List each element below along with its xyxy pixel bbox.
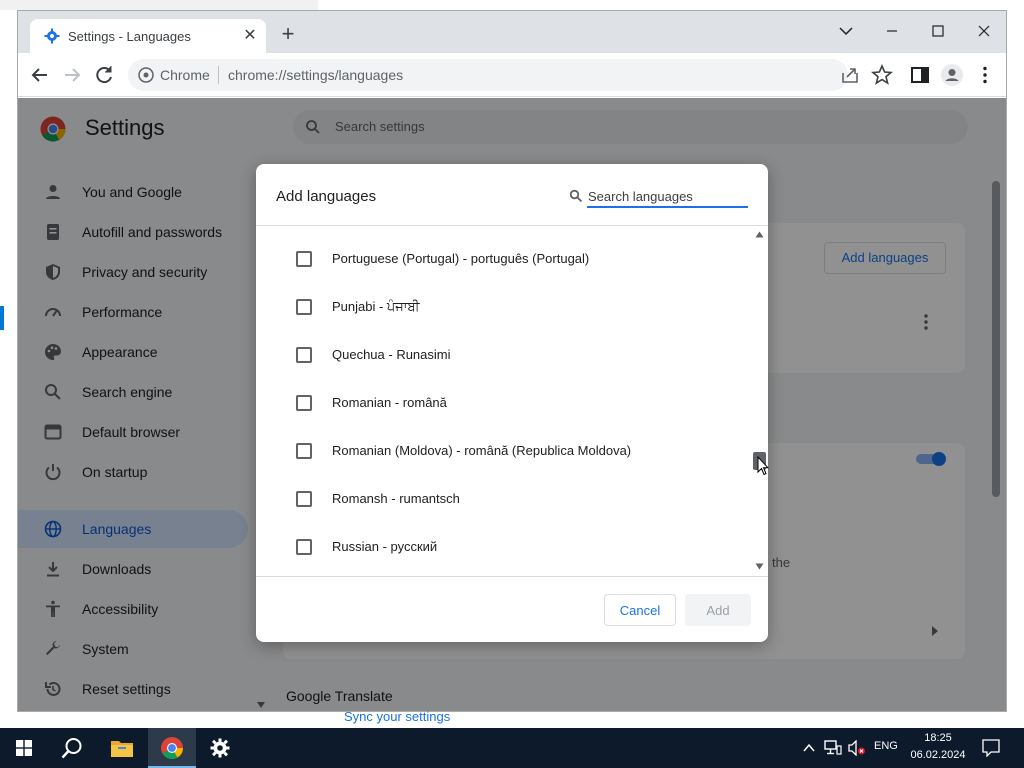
list-item[interactable]: Romansh - rumantsch <box>256 475 751 523</box>
cancel-button[interactable]: Cancel <box>604 594 676 626</box>
search-languages-input[interactable] <box>587 186 748 208</box>
language-list: Portuguese (Portugal) - português (Portu… <box>256 226 751 576</box>
bookmark-star-icon[interactable] <box>870 63 894 87</box>
folder-icon <box>111 741 133 757</box>
maximize-icon[interactable] <box>920 17 956 45</box>
reload-icon[interactable] <box>92 63 116 87</box>
close-window-icon[interactable] <box>966 17 1002 45</box>
share-icon[interactable] <box>838 63 862 87</box>
windows-logo-icon <box>16 740 32 756</box>
input-language-indicator[interactable]: ENG <box>874 740 898 752</box>
gear-icon <box>44 28 60 44</box>
list-item[interactable]: Russian - русский <box>256 523 751 571</box>
notifications-icon[interactable] <box>982 739 1000 757</box>
language-checkbox[interactable] <box>296 299 312 315</box>
chrome-logo-icon <box>161 737 183 759</box>
tab-search-chevron-icon[interactable] <box>828 17 864 45</box>
title-bar: Settings - Languages ✕ + <box>18 11 1006 53</box>
settings-taskbar-button[interactable] <box>196 728 244 768</box>
side-panel-icon[interactable] <box>908 63 932 87</box>
gear-icon <box>210 738 230 758</box>
chrome-site-icon <box>138 67 154 83</box>
language-checkbox[interactable] <box>296 347 312 363</box>
minimize-icon[interactable] <box>874 17 910 45</box>
new-tab-button[interactable]: + <box>276 23 300 47</box>
omnibox-site-label: Chrome <box>160 67 210 83</box>
toolbar: Chrome chrome://settings/languages <box>18 53 1006 97</box>
list-item[interactable]: Portuguese (Portugal) - português (Portu… <box>256 235 751 283</box>
clock-date[interactable]: 06.02.2024 <box>910 749 966 761</box>
forward-arrow-icon[interactable] <box>60 63 84 87</box>
language-checkbox[interactable] <box>296 539 312 555</box>
dialog-title: Add languages <box>276 188 377 205</box>
search-icon <box>569 189 583 203</box>
language-label: Portuguese (Portugal) - português (Portu… <box>332 251 590 266</box>
list-item[interactable]: Romanian - română <box>256 379 751 427</box>
desktop-strip <box>0 0 318 10</box>
language-checkbox[interactable] <box>296 251 312 267</box>
desktop-edge-mark <box>0 306 4 330</box>
language-checkbox[interactable] <box>296 395 312 411</box>
scroll-up-arrow-icon[interactable] <box>755 231 764 238</box>
clock-time[interactable]: 18:25 <box>924 732 952 744</box>
omnibox-url: chrome://settings/languages <box>228 67 404 83</box>
tab-settings[interactable]: Settings - Languages ✕ <box>30 19 266 53</box>
file-explorer-button[interactable] <box>98 728 146 768</box>
language-label: Punjabi - ਪੰਜਾਬੀ <box>332 299 420 314</box>
taskbar-search-button[interactable] <box>48 728 96 768</box>
dialog-divider <box>256 576 768 577</box>
language-label: Romanian - română <box>332 395 447 410</box>
more-menu-icon[interactable] <box>973 63 997 87</box>
scroll-down-arrow-icon[interactable] <box>755 563 764 570</box>
add-button[interactable]: Add <box>685 594 751 626</box>
search-icon <box>61 738 82 759</box>
mouse-cursor-icon <box>757 456 769 476</box>
profile-avatar-icon[interactable] <box>940 63 964 87</box>
omnibox-separator <box>218 66 219 84</box>
volume-muted-icon[interactable] <box>848 740 866 756</box>
language-label: Romansh - rumantsch <box>332 491 460 506</box>
taskbar: ENG 18:25 06.02.2024 <box>0 728 1024 768</box>
list-item[interactable]: Punjabi - ਪੰਜਾਬੀ <box>256 283 751 331</box>
list-item[interactable]: Quechua - Runasimi <box>256 331 751 379</box>
address-bar[interactable]: Chrome chrome://settings/languages <box>128 59 848 91</box>
close-tab-icon[interactable]: ✕ <box>240 26 260 46</box>
language-list-scrollbar[interactable] <box>751 226 768 576</box>
chrome-taskbar-button[interactable] <box>148 728 196 768</box>
language-label: Romanian (Moldova) - română (Republica M… <box>332 443 632 458</box>
show-hidden-icons-chevron-icon[interactable] <box>802 742 816 754</box>
list-item[interactable]: Romanian (Moldova) - română (Republica M… <box>256 427 751 475</box>
network-icon[interactable] <box>824 740 842 756</box>
language-label: Russian - русский <box>332 539 438 554</box>
sync-settings-link[interactable]: Sync your settings <box>344 709 450 724</box>
tab-title: Settings - Languages <box>68 29 191 44</box>
language-label: Quechua - Runasimi <box>332 347 451 362</box>
start-button[interactable] <box>0 728 48 768</box>
add-languages-dialog: Add languages Portuguese (Portugal) - po… <box>256 164 768 642</box>
language-checkbox[interactable] <box>296 491 312 507</box>
language-checkbox[interactable] <box>296 443 312 459</box>
back-arrow-icon[interactable] <box>28 63 52 87</box>
